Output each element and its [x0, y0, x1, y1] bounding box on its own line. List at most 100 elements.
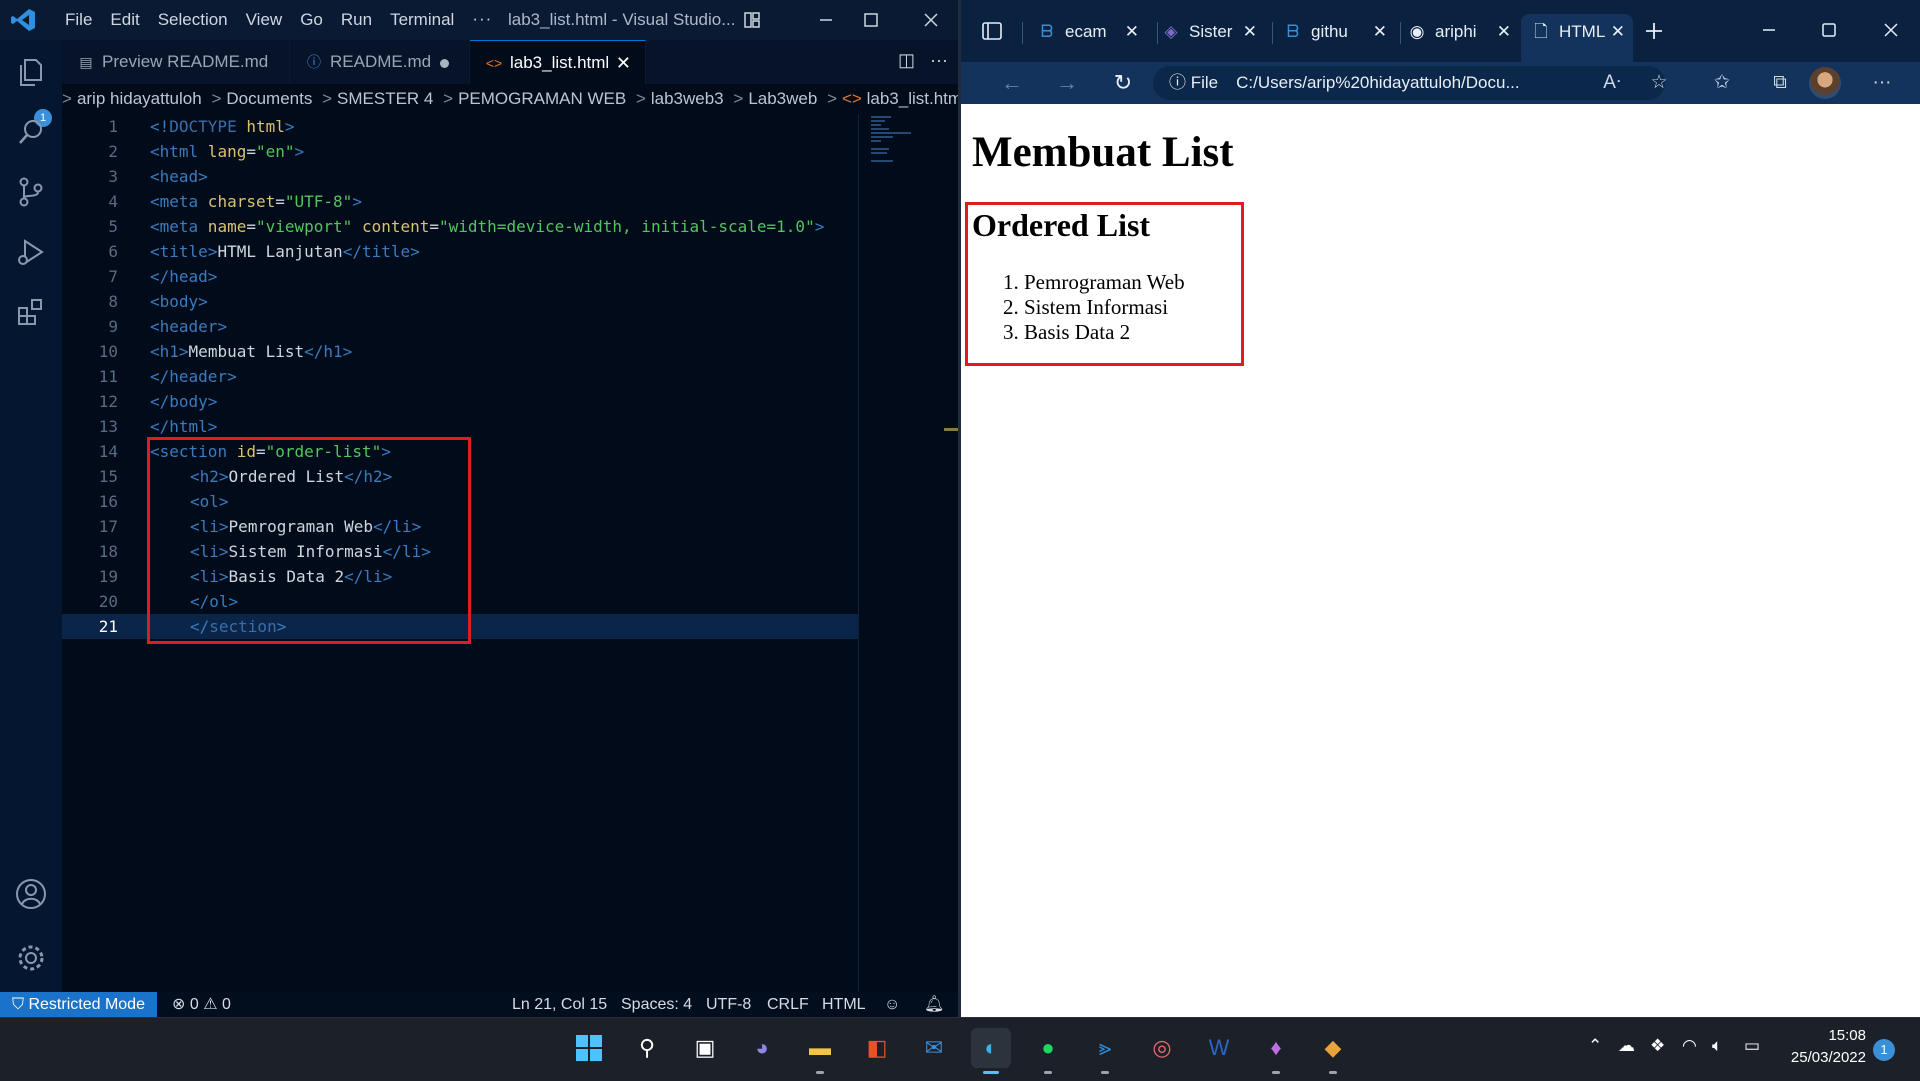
- address-bar[interactable]: ⓘ File C:/Users/arip%20hidayattuloh/Docu.…: [1153, 66, 1665, 100]
- unsaved-dot-icon[interactable]: [440, 59, 449, 68]
- breadcrumb-item[interactable]: lab3_list.html: [867, 89, 958, 108]
- line-number: 1: [108, 117, 118, 136]
- browser-tab[interactable]: ◉ ariphi ✕: [1407, 14, 1519, 50]
- breadcrumb-item[interactable]: Lab3web: [748, 89, 817, 108]
- close-icon[interactable]: [1879, 18, 1903, 42]
- indentation[interactable]: Spaces: 4: [621, 992, 692, 1017]
- profile-avatar[interactable]: [1809, 67, 1841, 99]
- add-favorite-icon[interactable]: ☆: [1642, 66, 1676, 100]
- tab-lab3-list[interactable]: <> lab3_list.html ✕: [470, 40, 646, 84]
- code-line: 12 </body>: [62, 389, 858, 414]
- more-menu-icon[interactable]: ···: [1865, 66, 1899, 100]
- encoding[interactable]: UTF-8: [706, 992, 751, 1017]
- breadcrumb-item[interactable]: lab3web3: [651, 89, 724, 108]
- close-tab-icon[interactable]: ✕: [1373, 14, 1387, 50]
- file-explorer-icon[interactable]: ▬: [800, 1028, 840, 1074]
- scrollbar-marker[interactable]: [944, 428, 958, 431]
- line-number: 21: [98, 617, 118, 636]
- breadcrumb-item[interactable]: SMESTER 4: [337, 89, 433, 108]
- browser-tab-active[interactable]: 🗋︎ HTML ✕: [1521, 14, 1633, 62]
- search-icon[interactable]: [13, 114, 49, 150]
- settings-gear-icon[interactable]: [13, 940, 49, 976]
- more-actions-icon[interactable]: ···: [930, 50, 948, 70]
- chevron-up-icon[interactable]: ⌃: [1588, 1036, 1602, 1056]
- clock[interactable]: 15:08 25/03/2022: [1782, 1025, 1866, 1069]
- task-view-icon[interactable]: ▣: [685, 1028, 725, 1068]
- close-tab-icon[interactable]: ✕: [1497, 14, 1511, 50]
- code-line: 1 <!DOCTYPE html>: [62, 114, 858, 139]
- minimap[interactable]: [858, 114, 949, 992]
- vscode-icon[interactable]: ⪢: [1085, 1028, 1125, 1074]
- close-tab-icon[interactable]: ✕: [616, 41, 631, 85]
- new-tab-icon[interactable]: [1643, 20, 1665, 42]
- tab-actions-icon[interactable]: [981, 20, 1003, 42]
- maximize-icon[interactable]: [1817, 18, 1841, 42]
- menu-more-button[interactable]: ···: [463, 9, 501, 31]
- split-editor-icon[interactable]: ◫: [898, 50, 915, 70]
- refresh-icon[interactable]: ↻: [1106, 66, 1140, 100]
- favorites-icon[interactable]: ✩: [1705, 66, 1739, 100]
- menu-view[interactable]: View: [237, 9, 292, 31]
- menu-go[interactable]: Go: [291, 9, 332, 31]
- browser-tab[interactable]: ◈ Sister ✕: [1161, 14, 1265, 50]
- account-icon[interactable]: [13, 876, 49, 912]
- maximize-icon[interactable]: [857, 6, 885, 34]
- collections-icon[interactable]: ⧉: [1763, 66, 1797, 100]
- search-icon[interactable]: ⚲: [627, 1028, 667, 1068]
- edge-icon[interactable]: ◐: [971, 1028, 1011, 1074]
- run-debug-icon[interactable]: [13, 234, 49, 270]
- menu-edit[interactable]: Edit: [101, 9, 148, 31]
- source-control-icon[interactable]: [13, 174, 49, 210]
- breadcrumb-item[interactable]: Documents: [226, 89, 312, 108]
- read-aloud-icon[interactable]: Aᐧ: [1595, 66, 1629, 100]
- git-icon[interactable]: ◆: [1313, 1028, 1353, 1074]
- back-arrow-icon[interactable]: ←: [995, 66, 1029, 100]
- notifications-bell-icon[interactable]: 🔔︎: [924, 992, 944, 1017]
- feedback-icon[interactable]: ☺: [884, 992, 900, 1017]
- line-ending[interactable]: CRLF: [767, 992, 809, 1017]
- explorer-icon[interactable]: [13, 54, 49, 90]
- mail-icon[interactable]: ✉: [914, 1028, 954, 1068]
- minimize-icon[interactable]: [1757, 18, 1781, 42]
- forward-arrow-icon[interactable]: →: [1050, 66, 1084, 100]
- cursor-position[interactable]: Ln 21, Col 15: [512, 992, 607, 1017]
- breadcrumb-item[interactable]: PEMOGRAMAN WEB: [458, 89, 626, 108]
- onedrive-icon[interactable]: ☁: [1618, 1036, 1635, 1056]
- tab-preview-readme[interactable]: ▤ Preview README.md: [62, 40, 290, 84]
- media-player-icon[interactable]: ◎: [1142, 1028, 1182, 1068]
- browser-tab[interactable]: ᗷ githu ✕: [1283, 14, 1395, 50]
- error-icon: ⊗: [172, 996, 186, 1013]
- volume-icon[interactable]: 🔈︎: [1712, 1036, 1722, 1056]
- html-icon: <>: [842, 89, 862, 108]
- start-icon[interactable]: [569, 1028, 609, 1068]
- close-tab-icon[interactable]: ✕: [1125, 14, 1139, 50]
- restricted-mode-button[interactable]: ⛉ Restricted Mode: [0, 992, 157, 1017]
- spotify-icon[interactable]: ●: [1028, 1028, 1068, 1074]
- menu-terminal[interactable]: Terminal: [381, 9, 463, 31]
- office-icon[interactable]: ◧: [857, 1028, 897, 1068]
- code-line: 5 <meta name="viewport" content="width=de…: [62, 214, 858, 239]
- breadcrumb-item[interactable]: arip hidayattuloh: [77, 89, 202, 108]
- close-tab-icon[interactable]: ✕: [1243, 14, 1257, 50]
- language-mode[interactable]: HTML: [822, 992, 866, 1017]
- menu-file[interactable]: File: [56, 9, 101, 31]
- paint-icon[interactable]: ♦: [1256, 1028, 1296, 1074]
- notification-badge[interactable]: 1: [1873, 1039, 1895, 1061]
- browser-tab[interactable]: ᗷ ecam ✕: [1037, 14, 1147, 50]
- tab-label: Sister: [1189, 22, 1233, 41]
- close-tab-icon[interactable]: ✕: [1611, 14, 1625, 50]
- tab-readme[interactable]: ⓘ README.md: [290, 40, 470, 84]
- menu-run[interactable]: Run: [332, 9, 381, 31]
- extensions-icon[interactable]: [13, 294, 49, 330]
- layout-icon[interactable]: [738, 6, 766, 34]
- word-icon[interactable]: W: [1199, 1028, 1239, 1068]
- minimize-icon[interactable]: [812, 6, 840, 34]
- info-icon[interactable]: ⓘ: [1169, 73, 1186, 92]
- dropbox-icon[interactable]: ❖: [1650, 1036, 1665, 1056]
- teams-chat-icon[interactable]: ◕: [742, 1028, 782, 1068]
- menu-selection[interactable]: Selection: [149, 9, 237, 31]
- battery-icon[interactable]: ▭: [1744, 1036, 1760, 1056]
- wifi-icon[interactable]: ◠: [1682, 1036, 1697, 1056]
- problems-indicator[interactable]: ⊗ 0 ⚠ 0: [172, 992, 231, 1017]
- close-icon[interactable]: [917, 6, 945, 34]
